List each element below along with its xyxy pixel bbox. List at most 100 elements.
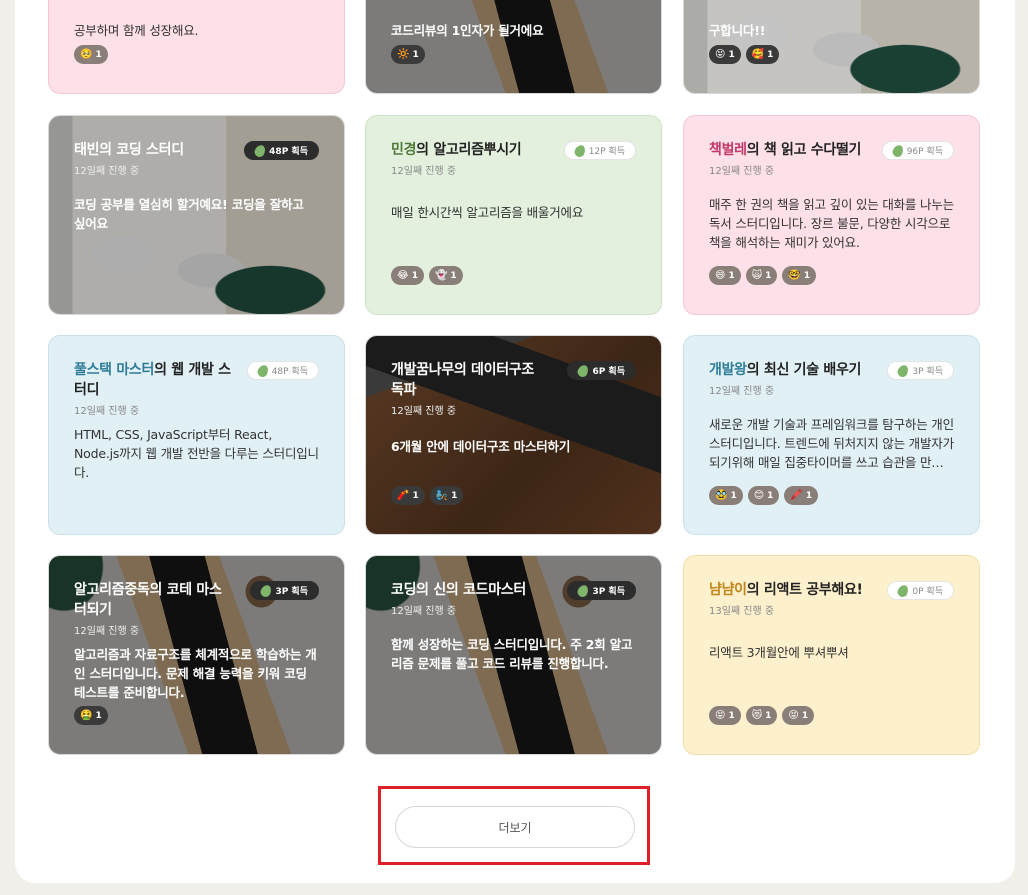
points-badge: 3P 획득 xyxy=(887,361,954,380)
reaction-count: 1 xyxy=(451,490,458,501)
study-description: 함께 성장하는 코딩 스터디입니다. 주 2회 알고리즘 문제를 풀고 코드 리… xyxy=(391,637,633,671)
reaction-chip[interactable]: 😝 1 xyxy=(709,706,741,725)
reaction-list: 😝 1 😻 1 😝 1 xyxy=(709,706,815,725)
reaction-list: 🤮 1 xyxy=(74,706,108,725)
emoji-icon: 🤓 xyxy=(788,269,801,281)
reaction-chip[interactable]: 🥺 1 xyxy=(74,45,108,64)
study-title: 민경의 알고리즘뿌시기 xyxy=(391,142,522,158)
points-badge: 48P 획득 xyxy=(244,141,319,160)
emoji-icon: 😄 xyxy=(715,269,726,281)
reaction-chip[interactable]: 🧞 1 xyxy=(429,486,464,505)
study-description: 구합니다!! xyxy=(709,23,766,38)
study-card[interactable]: 풀스택 마스터의 웹 개발 스터디 48P 획득 12일째 진행 중 HTML,… xyxy=(48,335,345,535)
reaction-chip[interactable]: 😝 1 xyxy=(782,706,815,725)
reaction-chip[interactable]: 😂 1 xyxy=(391,266,424,285)
reaction-count: 1 xyxy=(411,270,418,281)
emoji-icon: 😝 xyxy=(788,709,799,721)
reaction-count: 1 xyxy=(412,490,419,501)
progress-text: 12일째 진행 중 xyxy=(391,406,457,417)
study-title: 풀스택 마스터의 웹 개발 스터디 xyxy=(74,362,231,398)
leaf-icon xyxy=(259,582,274,599)
reaction-list: 😂 1 👻 1 xyxy=(391,266,463,285)
study-card[interactable]: 알고리즘중독의 코테 마스터되기 3P 획득 12일째 진행 중 알고리즘과 자… xyxy=(48,555,345,755)
leaf-icon xyxy=(576,582,591,599)
reaction-count: 1 xyxy=(767,490,774,501)
leaf-icon xyxy=(572,142,587,159)
study-card[interactable]: 공부하며 함께 성장해요. 🥺 1 xyxy=(48,0,345,94)
emoji-icon: 🖍️ xyxy=(790,489,803,501)
study-title: 냠냠이의 리액트 공부해요! xyxy=(709,582,863,598)
study-card[interactable]: 태빈의 코딩 스터디 48P 획득 12일째 진행 중 코딩 공부를 열심히 할… xyxy=(48,115,345,315)
progress-text: 13일째 진행 중 xyxy=(709,606,775,617)
reaction-count: 1 xyxy=(730,490,737,501)
study-card[interactable]: 개발왕의 최신 기술 배우기 3P 획득 12일째 진행 중 새로운 개발 기술… xyxy=(683,335,980,535)
reaction-chip[interactable]: 🤓 1 xyxy=(782,266,817,285)
reaction-chip[interactable]: 😝 1 xyxy=(709,45,741,64)
leaf-icon xyxy=(896,362,911,379)
emoji-icon: 👻 xyxy=(434,269,448,281)
emoji-icon: 😝 xyxy=(715,48,726,60)
progress-text: 12일째 진행 중 xyxy=(74,626,140,637)
reaction-chip[interactable]: 😄 1 xyxy=(709,266,741,285)
reaction-count: 1 xyxy=(803,270,811,281)
study-title: 코딩의 신의 코드마스터 xyxy=(391,582,526,598)
reaction-list: 😄 1 🙀 1 🤓 1 xyxy=(709,266,817,285)
emoji-icon: 😊 xyxy=(753,489,765,501)
points-badge: 96P 획득 xyxy=(881,141,954,160)
reaction-chip[interactable]: 🧨 1 xyxy=(391,486,425,505)
leaf-icon xyxy=(890,142,905,159)
reaction-chip[interactable]: 👻 1 xyxy=(428,266,463,285)
study-card[interactable]: 코드리뷰의 1인자가 될거에요 🔆 1 xyxy=(365,0,662,94)
reaction-chip[interactable]: 🔆 1 xyxy=(391,45,425,64)
study-description: 공부하며 함께 성장해요. xyxy=(74,23,199,38)
reaction-count: 1 xyxy=(412,49,419,60)
points-badge: 6P 획득 xyxy=(567,361,636,380)
reaction-chip[interactable]: 😊 1 xyxy=(747,486,780,505)
reaction-count: 1 xyxy=(765,710,772,721)
study-card[interactable]: 냠냠이의 리액트 공부해요! 0P 획득 13일째 진행 중 리액트 3개월안에… xyxy=(683,555,980,755)
progress-text: 12일째 진행 중 xyxy=(709,386,775,397)
emoji-icon: 😻 xyxy=(751,709,763,721)
emoji-icon: 🔆 xyxy=(397,48,410,60)
reaction-chip[interactable]: 🤮 1 xyxy=(74,706,108,725)
emoji-icon: 🤮 xyxy=(80,709,93,721)
reaction-list: 🥺 1 xyxy=(74,45,108,64)
reaction-count: 1 xyxy=(728,49,735,60)
study-description: 6개월 안에 데이터구조 마스터하기 xyxy=(391,439,571,454)
reaction-chip[interactable]: 😻 1 xyxy=(745,706,778,725)
points-badge: 3P 획득 xyxy=(250,581,319,600)
study-card[interactable]: 민경의 알고리즘뿌시기 12P 획득 12일째 진행 중 매일 한시간씩 알고리… xyxy=(365,115,662,315)
study-description: 알고리즘과 자료구조를 체계적으로 학습하는 개인 스터디입니다. 문제 해결 … xyxy=(74,647,317,700)
study-description: 새로운 개발 기술과 프레임워크를 탐구하는 개인 스터디입니다. 트렌드에 뒤… xyxy=(709,417,954,470)
load-more-button[interactable]: 더보기 xyxy=(395,806,635,848)
study-card[interactable]: 책벌레의 책 읽고 수다떨기 96P 획득 12일째 진행 중 매주 한 권의 … xyxy=(683,115,980,315)
study-description: 코드리뷰의 1인자가 될거에요 xyxy=(391,23,544,38)
reaction-count: 1 xyxy=(95,49,102,60)
reaction-count: 1 xyxy=(728,710,735,721)
leaf-icon xyxy=(576,362,591,379)
reaction-count: 1 xyxy=(765,270,772,281)
study-title: 책벌레의 책 읽고 수다떨기 xyxy=(709,142,862,158)
study-card[interactable]: 개발꿈나무의 데이터구조 독파 6P 획득 12일째 진행 중 6개월 안에 데… xyxy=(365,335,662,535)
points-badge: 3P 획득 xyxy=(567,581,636,600)
reaction-chip[interactable]: 🥸 1 xyxy=(709,486,743,505)
leaf-icon xyxy=(255,362,270,379)
progress-text: 12일째 진행 중 xyxy=(74,406,140,417)
study-card[interactable]: 코딩의 신의 코드마스터 3P 획득 12일째 진행 중 함께 성장하는 코딩 … xyxy=(365,555,662,755)
emoji-icon: 😝 xyxy=(715,709,726,721)
highlight-box: 더보기 xyxy=(378,786,650,865)
study-description: 매일 한시간씩 알고리즘을 배울거에요 xyxy=(391,205,584,220)
emoji-icon: 🙀 xyxy=(751,269,763,281)
reaction-count: 1 xyxy=(728,270,735,281)
progress-text: 12일째 진행 중 xyxy=(709,166,775,177)
reaction-chip[interactable]: 🙀 1 xyxy=(745,266,778,285)
reaction-chip[interactable]: 🖍️ 1 xyxy=(784,486,819,505)
reaction-count: 1 xyxy=(95,710,102,721)
leaf-icon xyxy=(896,582,911,599)
reaction-list: 😝 1 🥰 1 xyxy=(709,45,780,64)
reaction-chip[interactable]: 🥰 1 xyxy=(745,45,780,64)
reaction-count: 1 xyxy=(805,490,813,501)
points-badge: 0P 획득 xyxy=(887,581,954,600)
study-card[interactable]: 구합니다!! 😝 1 🥰 1 xyxy=(683,0,980,94)
reaction-count: 1 xyxy=(767,49,774,60)
